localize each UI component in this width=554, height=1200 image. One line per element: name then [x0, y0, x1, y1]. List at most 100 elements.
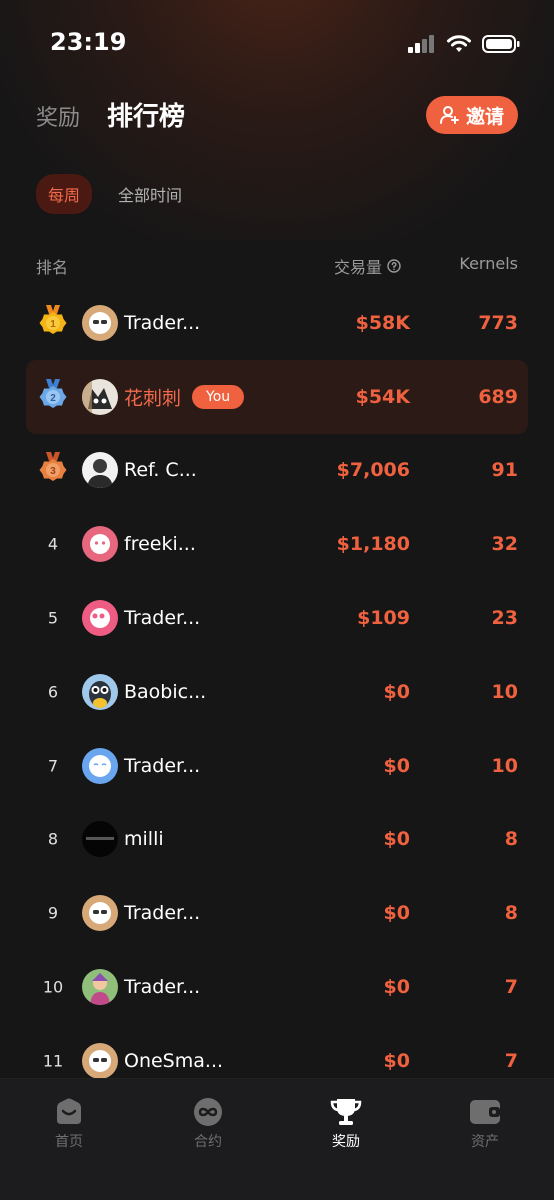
gold-medal-icon: 1: [39, 304, 67, 334]
period-filters: 每周 全部时间: [36, 174, 182, 214]
home-icon: [57, 1098, 81, 1124]
invite-button[interactable]: 邀请: [425, 96, 518, 134]
trader-name: freeki...: [124, 533, 196, 556]
leaderboard-list: 1 Trader... $58K 773 2 花刺刺 You $54K 689 …: [0, 286, 554, 1098]
trading-volume: $0: [383, 1049, 410, 1072]
trader-name: Trader...: [124, 976, 201, 999]
trading-volume: $109: [357, 607, 410, 630]
status-time: 23:19: [50, 28, 127, 56]
kernels-value: 23: [491, 607, 518, 630]
trader-name: Baobic...: [124, 680, 207, 703]
avatar: [82, 969, 118, 1006]
kernels-value: 689: [478, 385, 518, 408]
leaderboard-row-current-user[interactable]: 2 花刺刺 You $54K 689: [0, 359, 554, 434]
rank-number: 10: [42, 977, 64, 997]
nav-home[interactable]: 首页: [29, 1097, 109, 1151]
rank-number: 9: [47, 903, 59, 923]
rank-number: 8: [47, 829, 59, 849]
avatar: [82, 895, 118, 932]
avatar: [82, 673, 118, 710]
trading-volume: $0: [383, 976, 410, 999]
svg-text:3: 3: [50, 466, 56, 477]
nav-rewards[interactable]: 奖励: [306, 1097, 386, 1151]
trader-name: OneSma...: [124, 1049, 224, 1072]
rank-number: 7: [47, 756, 59, 776]
avatar: [82, 452, 118, 489]
column-kernels: Kernels: [459, 254, 518, 273]
trading-volume: $54K: [355, 385, 410, 408]
trading-volume: $0: [383, 902, 410, 925]
trader-name: Ref. C...: [124, 459, 197, 482]
kernels-value: 8: [504, 902, 518, 925]
trader-name: Trader...: [124, 607, 201, 630]
signal-icon: [408, 35, 434, 53]
nav-assets-label: 资产: [471, 1134, 499, 1150]
kernels-value: 773: [478, 311, 518, 334]
futures-icon: [194, 1098, 222, 1126]
invite-label: 邀请: [465, 105, 504, 128]
leaderboard-row[interactable]: 9 Trader... $0 8: [0, 876, 554, 950]
wallet-icon: [470, 1100, 500, 1124]
trading-volume: $7,006: [336, 459, 410, 482]
avatar: [82, 526, 118, 563]
kernels-value: 7: [504, 1049, 518, 1072]
kernels-value: 7: [504, 976, 518, 999]
trader-name: 花刺刺: [124, 387, 182, 410]
tab-leaderboard[interactable]: 排行榜: [107, 96, 185, 133]
kernels-value: 91: [491, 459, 518, 482]
tab-rewards[interactable]: 奖励: [36, 100, 80, 132]
leaderboard-row[interactable]: 8 milli $0 8: [0, 803, 554, 877]
nav-futures-label: 合约: [194, 1134, 222, 1150]
nav-futures[interactable]: 合约: [168, 1097, 248, 1151]
avatar: [82, 747, 118, 784]
help-icon[interactable]: [387, 259, 401, 273]
trader-name: Trader...: [124, 902, 201, 925]
status-bar: 23:19: [0, 0, 554, 88]
avatar: [82, 821, 118, 858]
filter-weekly[interactable]: 每周: [36, 174, 93, 214]
trading-volume: $1,180: [336, 533, 410, 556]
wifi-icon: [447, 35, 471, 52]
nav-assets[interactable]: 资产: [445, 1097, 525, 1151]
leaderboard-row[interactable]: 1 Trader... $58K 773: [0, 286, 554, 360]
bottom-navigation: 首页 合约 奖励 资产: [0, 1078, 554, 1200]
battery-icon: [482, 35, 520, 53]
avatar: [82, 1042, 118, 1079]
silver-medal-icon: 2: [39, 378, 67, 408]
add-user-icon: [439, 106, 459, 124]
bronze-medal-icon: 3: [39, 452, 67, 482]
avatar: [82, 304, 118, 341]
leaderboard-row[interactable]: 7 Trader... $0 10: [0, 729, 554, 803]
column-volume: 交易量: [334, 254, 401, 278]
leaderboard-row[interactable]: 6 Baobic... $0 10: [0, 655, 554, 729]
trader-name: milli: [124, 828, 164, 851]
column-rank: 排名: [36, 258, 69, 277]
leaderboard-row[interactable]: 5 Trader... $109 23: [0, 581, 554, 655]
leaderboard-row[interactable]: 3 Ref. C... $7,006 91: [0, 434, 554, 508]
you-badge: You: [192, 384, 245, 409]
kernels-value: 32: [491, 533, 518, 556]
leaderboard-row[interactable]: 10 Trader... $0 7: [0, 950, 554, 1024]
avatar: [82, 600, 118, 637]
filter-all-time[interactable]: 全部时间: [118, 182, 182, 206]
trophy-icon: [330, 1099, 362, 1125]
column-volume-label: 交易量: [334, 258, 383, 277]
leaderboard-row[interactable]: 4 freeki... $1,180 32: [0, 507, 554, 581]
kernels-value: 8: [504, 828, 518, 851]
rank-number: 5: [47, 608, 59, 628]
kernels-value: 10: [491, 680, 518, 703]
svg-text:1: 1: [50, 319, 56, 330]
svg-text:2: 2: [50, 393, 56, 404]
trading-volume: $0: [383, 828, 410, 851]
kernels-value: 10: [491, 754, 518, 777]
rank-number: 6: [47, 682, 59, 702]
rank-number: 11: [42, 1051, 64, 1071]
nav-home-label: 首页: [55, 1134, 83, 1150]
trader-name: Trader...: [124, 311, 201, 334]
rank-number: 4: [47, 534, 59, 554]
trading-volume: $0: [383, 680, 410, 703]
system-icons: [408, 34, 520, 54]
trading-volume: $58K: [355, 311, 410, 334]
page-header: 奖励 排行榜 邀请: [0, 90, 554, 140]
avatar: [82, 378, 118, 415]
